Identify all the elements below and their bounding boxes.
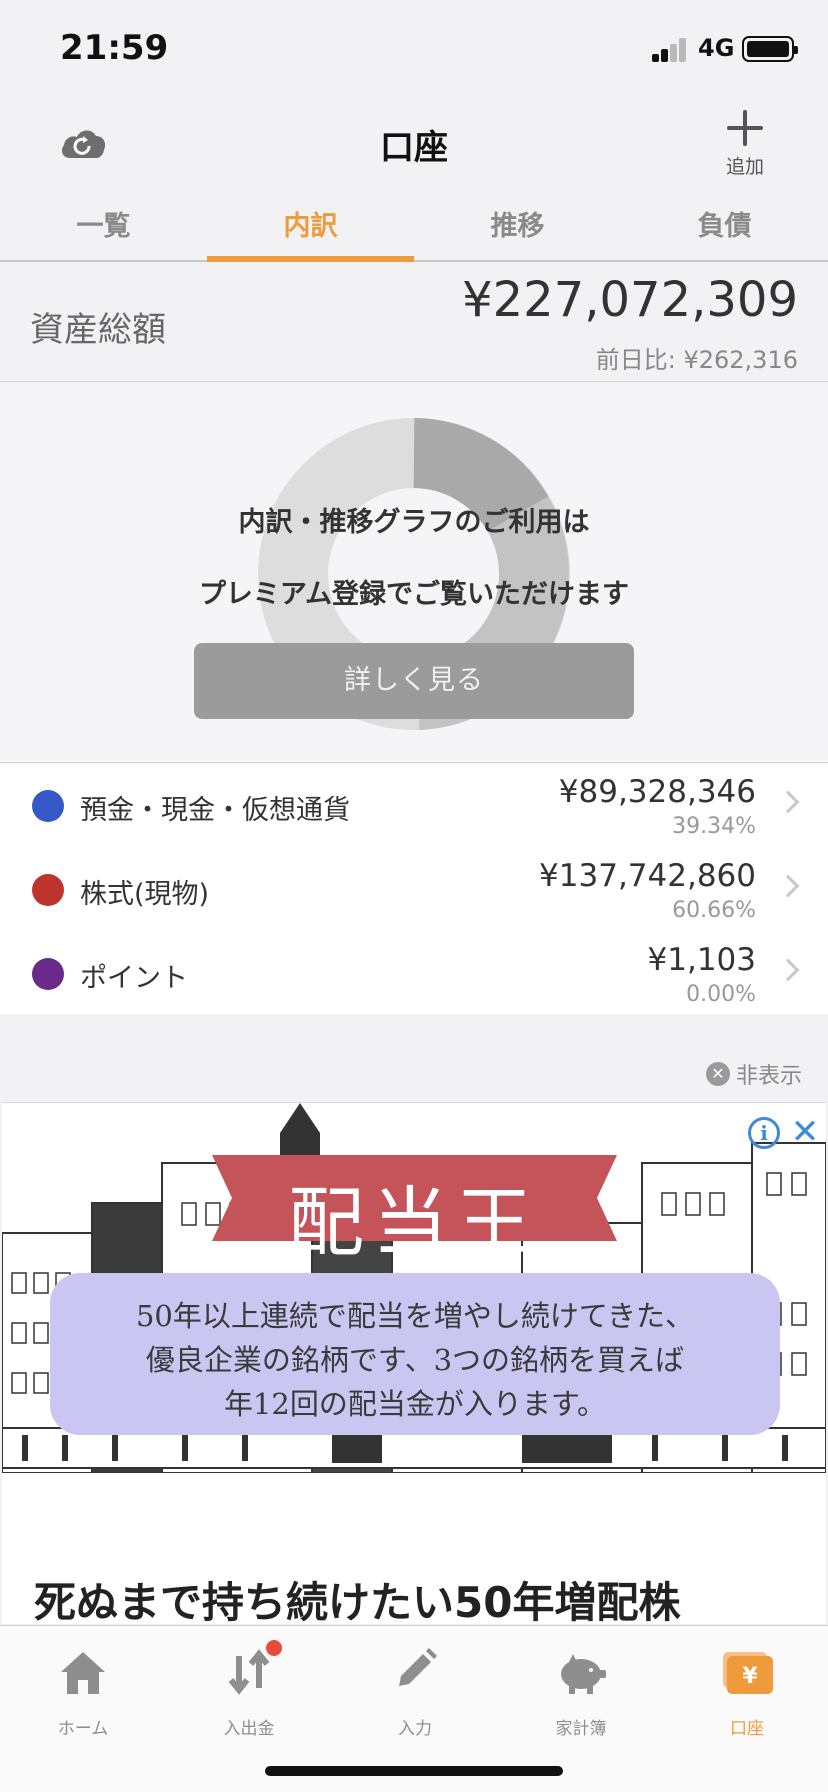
status-time: 21:59	[60, 28, 169, 68]
ad-headline: 死ぬまで持ち続けたい50年増配株	[34, 1578, 681, 1624]
category-percent: 0.00%	[686, 982, 756, 1007]
category-label: 預金・現金・仮想通貨	[80, 795, 350, 826]
category-percent: 39.34%	[672, 814, 756, 839]
category-amount: ¥89,328,346	[558, 774, 756, 810]
tab-breakdown[interactable]: 内訳	[207, 190, 414, 262]
ad-info-icon[interactable]: i	[748, 1117, 780, 1149]
category-color-dot	[32, 790, 64, 822]
total-assets-value: ¥227,072,309	[462, 272, 798, 328]
nav-header: 口座 追加	[0, 100, 828, 200]
hide-ad-button[interactable]: ✕ 非表示	[705, 1057, 802, 1091]
svg-text:¥: ¥	[742, 1664, 758, 1689]
chevron-right-icon	[776, 790, 800, 814]
chevron-right-icon	[776, 958, 800, 982]
premium-notice-line2: プレミアム登録でご覧いただけます	[198, 579, 630, 610]
add-account-button[interactable]: 追加	[712, 100, 778, 180]
category-amount: ¥137,742,860	[539, 858, 756, 894]
tabbar-accounts[interactable]: ¥ 口座	[664, 1638, 828, 1748]
category-amount: ¥1,103	[647, 942, 756, 978]
tabbar-label: 口座	[730, 1719, 764, 1739]
tabbar-label: 家計簿	[555, 1719, 607, 1739]
total-assets-summary: 資産総額 ¥227,072,309 前日比: ¥262,316	[0, 264, 828, 382]
home-indicator	[265, 1766, 563, 1776]
tabbar-household[interactable]: 家計簿	[498, 1638, 664, 1748]
ad-close-icon[interactable]: ✕	[788, 1115, 822, 1149]
total-assets-label: 資産総額	[30, 310, 166, 350]
tab-liabilities[interactable]: 負債	[621, 190, 828, 260]
notification-badge	[266, 1640, 282, 1656]
ad-copy-line3: 年12回の配当金が入ります。	[223, 1387, 606, 1421]
tabbar-label: 入力	[398, 1719, 432, 1739]
advertisement-banner[interactable]: i ✕ 配当王 50年以上連続で配当を増やし続けてきた、 優良企業の銘柄です、3…	[2, 1102, 826, 1624]
category-label: 株式(現物)	[80, 879, 210, 910]
tab-list[interactable]: 一覧	[0, 190, 207, 260]
page-title: 口座	[380, 128, 448, 168]
plus-icon	[727, 110, 763, 146]
status-bar: 21:59 4G	[0, 0, 828, 100]
breakdown-list: 預金・現金・仮想通貨 ¥89,328,346 39.34% 株式(現物) ¥13…	[0, 764, 828, 1014]
home-icon	[61, 1652, 105, 1694]
cellular-signal-icon	[652, 38, 688, 62]
learn-more-button[interactable]: 詳しく見る	[194, 643, 634, 719]
account-tabs: 一覧 内訳 推移 負債	[0, 190, 828, 262]
list-item-points[interactable]: ポイント ¥1,103 0.00%	[0, 932, 828, 1016]
list-item-deposits[interactable]: 預金・現金・仮想通貨 ¥89,328,346 39.34%	[0, 764, 828, 848]
piggy-bank-icon	[561, 1654, 606, 1694]
network-type: 4G	[698, 34, 735, 62]
pencil-icon	[399, 1648, 437, 1686]
bottom-tab-bar: ホーム 入出金 入力 家計簿 ¥ 口座	[0, 1625, 828, 1792]
ad-brand-title: 配当王	[288, 1178, 540, 1267]
hide-ad-label: 非表示	[735, 1064, 802, 1089]
tabbar-label: ホーム	[57, 1719, 109, 1739]
battery-icon	[742, 36, 798, 62]
list-item-stocks[interactable]: 株式(現物) ¥137,742,860 60.66%	[0, 848, 828, 932]
ad-copy-line2: 優良企業の銘柄です、3つの銘柄を買えば	[145, 1343, 685, 1377]
add-button-label: 追加	[725, 156, 764, 178]
tab-trend[interactable]: 推移	[414, 190, 621, 260]
category-color-dot	[32, 958, 64, 990]
category-label: ポイント	[80, 963, 188, 994]
category-percent: 60.66%	[672, 898, 756, 923]
breakdown-chart-panel: 内訳・推移グラフのご利用は プレミアム登録でご覧いただけます 詳しく見る	[0, 383, 828, 763]
day-over-day-change: 前日比: ¥262,316	[595, 346, 798, 374]
tabbar-label: 入出金	[223, 1719, 275, 1739]
premium-notice-line1: 内訳・推移グラフのご利用は	[238, 507, 590, 538]
tabbar-transactions[interactable]: 入出金	[166, 1638, 332, 1748]
tabbar-home[interactable]: ホーム	[0, 1638, 166, 1748]
tabbar-input[interactable]: 入力	[332, 1638, 498, 1748]
ad-copy-line1: 50年以上連続で配当を増やし続けてきた、	[135, 1299, 695, 1333]
yen-wallet-icon: ¥	[723, 1652, 773, 1694]
category-color-dot	[32, 874, 64, 906]
chevron-right-icon	[776, 874, 800, 898]
close-circle-icon: ✕	[705, 1062, 730, 1086]
